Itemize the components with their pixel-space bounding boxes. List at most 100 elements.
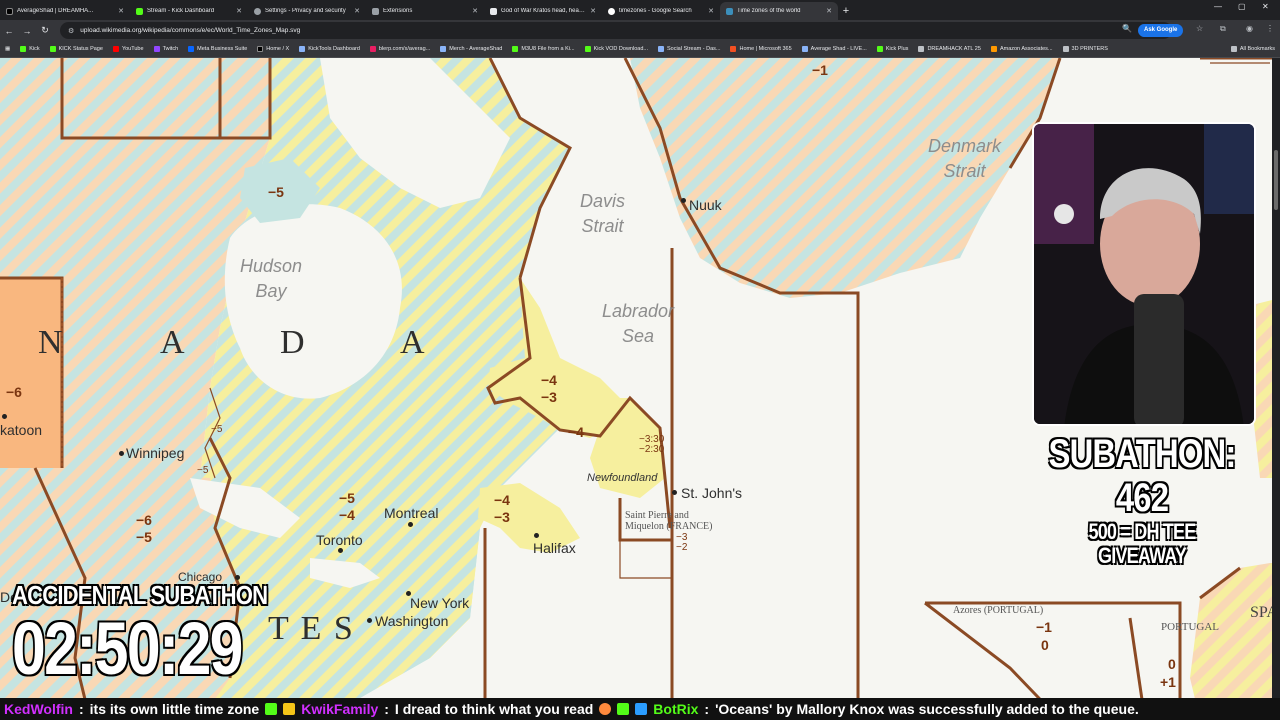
bookmark-item[interactable]: Twitch: [149, 46, 184, 52]
menu-icon[interactable]: ⋮: [1266, 24, 1274, 33]
close-icon[interactable]: ✕: [354, 7, 360, 15]
bookmark-item[interactable]: Social Stream - Das...: [653, 46, 726, 52]
city-label-nuuk: Nuuk: [689, 197, 722, 213]
kick-icon: [584, 46, 591, 52]
bookmark-item[interactable]: Home | Microsoft 365: [725, 46, 796, 52]
extensions-icon[interactable]: ⧉: [1220, 24, 1226, 34]
saint-pierre-label: Saint Pierre and Miquelon (FRANCE): [625, 510, 713, 532]
bookmark-item[interactable]: Merch - AverageShad: [435, 46, 507, 52]
apps-icon[interactable]: ▦: [0, 46, 15, 52]
chat-colon: :: [384, 701, 389, 717]
chat-colon: :: [704, 701, 710, 717]
maximize-icon[interactable]: ▢: [1238, 2, 1246, 11]
bookmark-item[interactable]: Amazon Associates...: [986, 46, 1058, 52]
tz-offset: −4: [494, 492, 510, 508]
forward-icon[interactable]: →: [18, 26, 36, 36]
city-dot: [408, 522, 413, 527]
bookmark-item[interactable]: Kick: [15, 46, 44, 52]
new-tab-icon[interactable]: +: [838, 2, 854, 20]
bookmark-item[interactable]: KICK Status Page: [45, 46, 108, 52]
city-label-new-york: New York: [410, 595, 470, 611]
bookmark-item[interactable]: M3U8 File from a Ki...: [507, 46, 579, 52]
bookmark-item[interactable]: Kick Plus: [872, 46, 914, 52]
kick-badge-icon: [265, 703, 278, 715]
bookmark-label: Meta Business Suite: [197, 46, 248, 52]
bookmark-item[interactable]: 3D PRINTERS: [1058, 46, 1113, 52]
bookmark-label: Merch - AverageShad: [449, 46, 503, 52]
page-icon: [440, 46, 447, 52]
city-label-toronto: Toronto: [316, 532, 363, 548]
subathon-timer: ACCIDENTAL SUBATHON 02:50:29: [12, 580, 312, 688]
tab-god-of-war[interactable]: God of War Kratos head, head... ✕: [484, 2, 602, 20]
canada-letter: A: [400, 324, 427, 361]
tab-kick-dashboard[interactable]: Stream - Kick Dashboard ✕: [130, 2, 248, 20]
city-label-saskatoon: katoon: [0, 422, 43, 438]
tab-averageshad[interactable]: AverageShad | DREAMHA... ✕: [0, 2, 130, 20]
scrollbar-thumb[interactable]: [1274, 150, 1278, 210]
bookmark-item[interactable]: blerp.com/x/averag...: [365, 46, 435, 52]
bookmark-item[interactable]: KickTools Dashboard: [294, 46, 365, 52]
tab-label: Settings - Privacy and security: [265, 8, 346, 14]
all-bookmarks-item[interactable]: All Bookmarks: [1226, 46, 1280, 52]
close-window-icon[interactable]: ✕: [1262, 2, 1269, 11]
bookmark-star-icon[interactable]: ☆: [1196, 24, 1203, 33]
close-icon[interactable]: ✕: [118, 7, 124, 15]
bookmark-item[interactable]: Kick VOD Download...: [580, 46, 653, 52]
bookmark-item[interactable]: Meta Business Suite: [183, 46, 252, 52]
bookmark-item[interactable]: Home / X: [252, 46, 294, 52]
tz-offset: −5: [268, 184, 284, 200]
kick-icon: [876, 46, 883, 52]
kick-favicon-icon: [136, 7, 143, 15]
close-icon[interactable]: ✕: [590, 7, 596, 15]
youtube-icon: [112, 46, 119, 52]
site-info-icon[interactable]: ⚙: [68, 27, 74, 35]
sub-badge-icon: [283, 703, 296, 715]
bot-badge-icon: [635, 703, 648, 715]
labrador-sea-label: Labrador Sea: [602, 301, 675, 346]
canada-letter: N: [38, 324, 65, 361]
profile-icon[interactable]: ◉: [1246, 24, 1253, 33]
close-icon[interactable]: ✕: [826, 7, 832, 15]
bookmark-item[interactable]: YouTube: [108, 46, 149, 52]
tab-google-search[interactable]: timezones - Google Search ✕: [602, 2, 720, 20]
bookmark-item[interactable]: DREAMHACK ATL 25: [913, 46, 986, 52]
city-label-winnipeg: Winnipeg: [126, 445, 185, 461]
city-label-washington: Washington: [375, 613, 449, 629]
city-label-halifax: Halifax: [533, 540, 576, 556]
minimize-icon[interactable]: —: [1214, 2, 1222, 11]
tab-settings[interactable]: Settings - Privacy and security ✕: [248, 2, 366, 20]
bookmark-label: Home / X: [266, 46, 290, 52]
google-favicon-icon: [608, 7, 615, 15]
address-bar[interactable]: ⚙ upload.wikimedia.org/wikipedia/commons…: [60, 22, 1172, 39]
x-favicon-icon: [6, 7, 13, 15]
tab-label: God of War Kratos head, head...: [501, 8, 587, 14]
bookmark-label: blerp.com/x/averag...: [378, 46, 431, 52]
back-icon[interactable]: ←: [0, 26, 18, 36]
timer-value: 02:50:29: [12, 607, 243, 690]
ask-google-button[interactable]: Ask Google: [1138, 24, 1184, 37]
hudson-bay-label: Hudson Bay: [240, 256, 303, 301]
bookmarks-bar: ▦ Kick KICK Status Page YouTube Twitch M…: [0, 41, 1280, 58]
tab-extensions[interactable]: Extensions ✕: [366, 2, 484, 20]
amazon-icon: [990, 46, 997, 52]
close-icon[interactable]: ✕: [236, 7, 242, 15]
tz-offset: −2: [676, 542, 688, 553]
tz-offset: −4: [541, 372, 557, 388]
close-icon[interactable]: ✕: [472, 7, 478, 15]
bookmark-label: Twitch: [162, 46, 179, 52]
webcam-overlay: [1032, 122, 1256, 426]
reload-icon[interactable]: ↻: [36, 25, 54, 36]
chat-colon: :: [78, 701, 84, 717]
bookmark-item[interactable]: Average Shad - LIVE...: [797, 46, 872, 52]
davis-strait-label: Davis Strait: [580, 191, 626, 236]
tz-offset: −4: [339, 507, 355, 523]
tz-offset: −6: [136, 512, 152, 528]
subathon-count: SUBATHON: 462: [1048, 432, 1237, 520]
canada-letter: D: [280, 324, 307, 361]
close-icon[interactable]: ✕: [708, 7, 714, 15]
zoom-icon[interactable]: 🔍: [1122, 24, 1132, 33]
tab-time-zones[interactable]: Time zones of the world ✕: [720, 2, 838, 20]
folder-icon: [918, 46, 925, 52]
chat-username: KedWolfin: [4, 701, 73, 717]
wikimedia-favicon-icon: [726, 7, 733, 15]
